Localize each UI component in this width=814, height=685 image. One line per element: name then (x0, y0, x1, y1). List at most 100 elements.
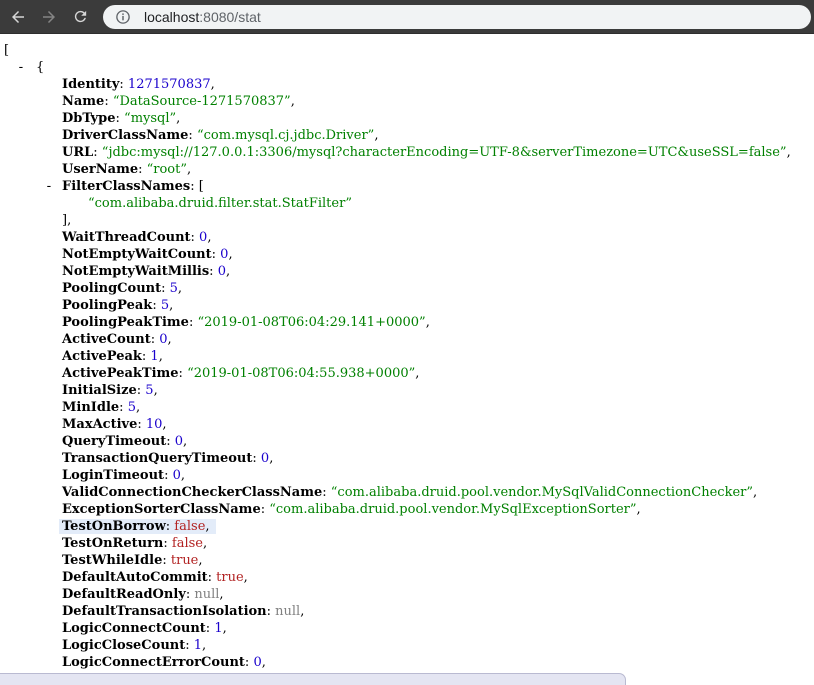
json-key: PoolingPeak (62, 298, 152, 313)
json-punct: , (219, 587, 223, 602)
browser-toolbar: localhost:8080/stat (0, 0, 814, 34)
url-text: localhost:8080/stat (144, 9, 261, 25)
json-string: “root” (147, 162, 187, 177)
json-line: TransactionQueryTimeout: 0, (0, 450, 814, 467)
json-punct: , (223, 621, 227, 636)
json-punct: : (166, 434, 175, 449)
collapse-toggle[interactable]: - (17, 59, 25, 76)
json-punct: , (262, 655, 266, 670)
json-punct: , (637, 502, 641, 517)
json-punct: , (178, 281, 182, 296)
collapse-toggle[interactable]: - (45, 178, 53, 195)
reload-icon (72, 8, 89, 25)
forward-button[interactable] (36, 4, 62, 30)
json-line: TestOnBorrow: false, (0, 518, 814, 535)
json-key: ActivePeakTime (62, 366, 179, 381)
json-punct: : (119, 77, 128, 92)
json-punct: : (179, 366, 188, 381)
json-line: [ (0, 42, 814, 59)
json-line: ActiveCount: 0, (0, 331, 814, 348)
json-punct: : (209, 264, 218, 279)
json-number: 0 (159, 332, 167, 347)
json-key: DefaultReadOnly (62, 587, 186, 602)
json-number: 0 (218, 264, 226, 279)
json-punct: : (191, 230, 200, 245)
json-punct: , (162, 417, 166, 432)
json-punct: : (212, 247, 221, 262)
json-key: Identity (62, 77, 119, 92)
json-line: MaxActive: 10, (0, 416, 814, 433)
json-key: NotEmptyWaitCount (62, 247, 212, 262)
url-path: :8080/stat (199, 9, 261, 25)
json-punct: , (202, 638, 206, 653)
json-key: UserName (62, 162, 138, 177)
json-punct: , (226, 264, 230, 279)
json-key: ValidConnectionCheckerClassName (62, 485, 322, 500)
json-line: DriverClassName: “com.mysql.cj.jdbc.Driv… (0, 127, 814, 144)
json-key: DefaultAutoCommit (62, 570, 208, 585)
json-viewer: [-{Identity: 1271570837,Name: “DataSourc… (0, 42, 814, 685)
json-punct: : (151, 332, 160, 347)
json-punct: : (104, 94, 113, 109)
json-key: ActivePeak (62, 349, 142, 364)
back-arrow-icon (9, 8, 27, 26)
json-punct: : (208, 570, 217, 585)
json-punct: : (137, 383, 146, 398)
json-number: 1 (150, 349, 158, 364)
json-punct: : (137, 417, 146, 432)
json-number: 5 (128, 400, 136, 415)
json-punct: , (159, 349, 163, 364)
json-punct: , (136, 400, 140, 415)
back-button[interactable] (5, 4, 31, 30)
json-key: ActiveCount (62, 332, 151, 347)
json-key: LogicCloseCount (62, 638, 185, 653)
json-punct: : (116, 111, 125, 126)
json-punct: : (164, 468, 173, 483)
json-punct: [ (4, 43, 9, 58)
json-punct: , (228, 247, 232, 262)
json-punct: , (154, 383, 158, 398)
json-punct: [ (199, 179, 204, 194)
json-key: DriverClassName (62, 128, 188, 143)
json-line: ExceptionSorterClassName: “com.alibaba.d… (0, 501, 814, 518)
json-punct: , (198, 553, 202, 568)
json-line: MinIdle: 5, (0, 399, 814, 416)
json-punct: , (176, 111, 180, 126)
json-punct: , (300, 604, 304, 619)
json-number: 1271570837 (128, 77, 211, 92)
json-line: QueryTimeout: 0, (0, 433, 814, 450)
json-punct: , (187, 162, 191, 177)
json-line: “com.alibaba.druid.filter.stat.StatFilte… (0, 195, 814, 212)
json-punct: , (753, 485, 757, 500)
forward-arrow-icon (40, 8, 58, 26)
json-key: NotEmptyWaitMillis (62, 264, 209, 279)
json-key: FilterClassNames (62, 179, 190, 194)
json-boolean: true (171, 553, 199, 568)
json-key: LogicConnectErrorCount (62, 655, 245, 670)
json-line: LogicCloseCount: 1, (0, 637, 814, 654)
json-punct: , (291, 94, 295, 109)
json-line: ActivePeakTime: “2019-01-08T06:04:55.938… (0, 365, 814, 382)
page-info-icon[interactable] (115, 9, 131, 25)
json-number: 5 (170, 281, 178, 296)
json-string: “com.alibaba.druid.filter.stat.StatFilte… (88, 196, 352, 211)
json-line: UserName: “root”, (0, 161, 814, 178)
json-line: PoolingPeakTime: “2019-01-08T06:04:29.14… (0, 314, 814, 331)
json-boolean: true (216, 570, 244, 585)
json-key: MinIdle (62, 400, 119, 415)
json-line: -FilterClassNames: [ (0, 178, 814, 195)
json-string: “com.alibaba.druid.pool.vendor.MySqlVali… (331, 485, 753, 500)
json-punct: : (93, 145, 102, 160)
json-punct: : (267, 604, 276, 619)
reload-button[interactable] (67, 4, 93, 30)
json-key: PoolingCount (62, 281, 161, 296)
json-number: 0 (173, 468, 181, 483)
json-punct: , (269, 451, 273, 466)
json-line: DefaultTransactionIsolation: null, (0, 603, 814, 620)
url-bar[interactable]: localhost:8080/stat (103, 5, 811, 29)
json-line: DbType: “mysql”, (0, 110, 814, 127)
json-key: MaxActive (62, 417, 137, 432)
json-string: “com.alibaba.druid.pool.vendor.MySqlExce… (269, 502, 636, 517)
json-string: “2019-01-08T06:04:55.938+0000” (187, 366, 415, 381)
json-line: DefaultAutoCommit: true, (0, 569, 814, 586)
